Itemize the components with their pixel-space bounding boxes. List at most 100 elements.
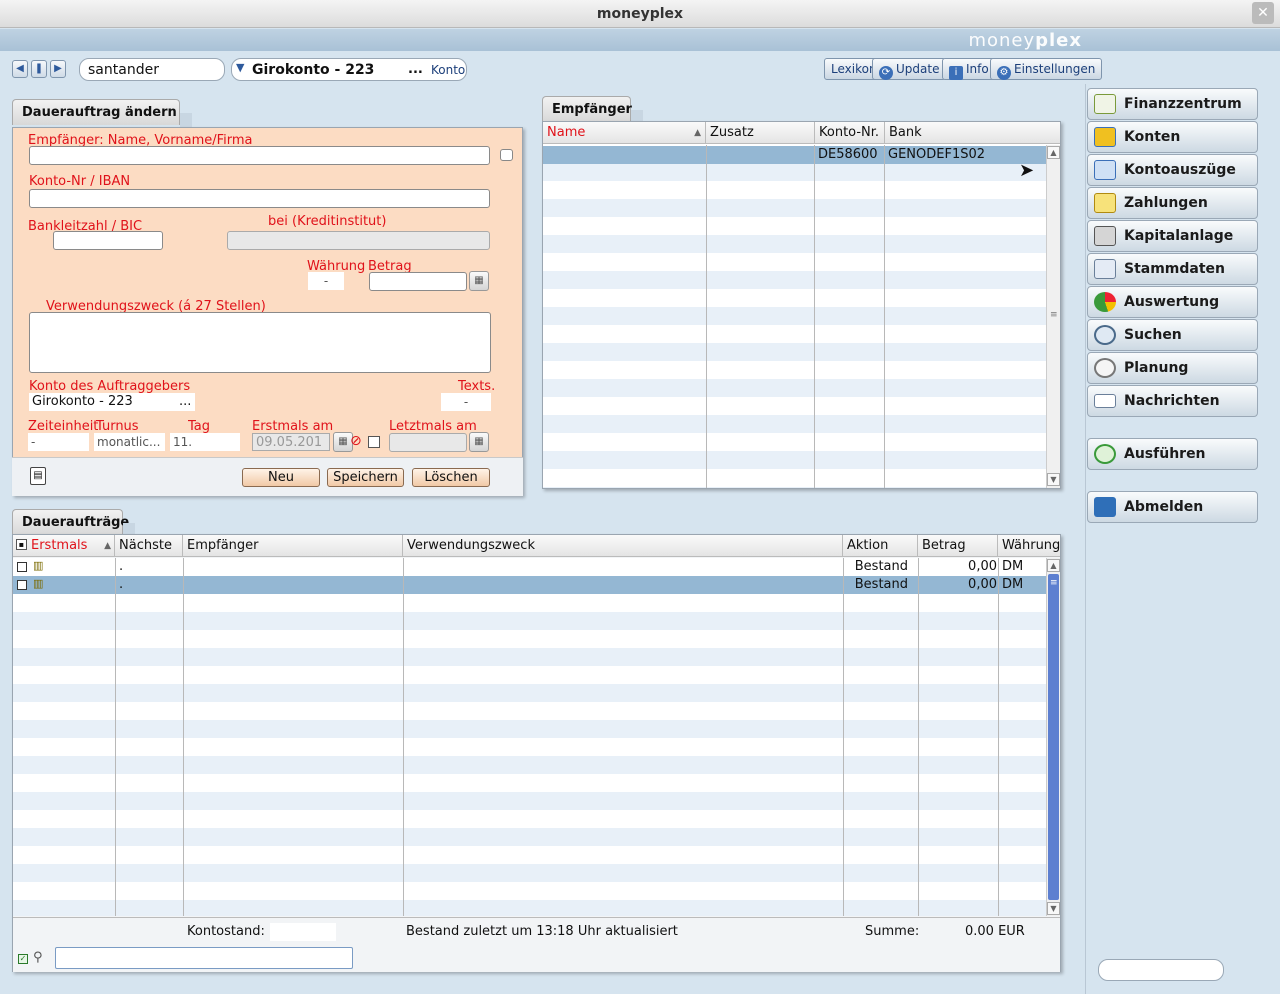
time-unit-value[interactable]: - bbox=[28, 433, 89, 451]
filter-checkbox[interactable]: ✓ bbox=[18, 954, 28, 964]
column-header-next[interactable]: Nächste bbox=[115, 535, 183, 557]
column-header-purpose[interactable]: Verwendungszweck bbox=[403, 535, 843, 557]
execute-button[interactable]: Ausführen bbox=[1087, 438, 1258, 470]
column-header-account[interactable]: Konto-Nr. bbox=[815, 122, 885, 144]
row-currency: DM bbox=[1002, 559, 1024, 574]
sidebar-search-field[interactable] bbox=[1098, 959, 1224, 981]
account-link[interactable]: Konto bbox=[431, 63, 465, 77]
column-divider bbox=[998, 558, 999, 916]
nav-forward-button[interactable]: ▶ bbox=[50, 60, 66, 78]
column-header-name[interactable]: Name ▲ bbox=[543, 122, 706, 144]
purpose-textarea[interactable] bbox=[29, 312, 491, 373]
tab-standing-order-edit[interactable]: Dauerauftrag ändern bbox=[12, 99, 180, 125]
close-window-button[interactable]: ✕ bbox=[1252, 2, 1274, 24]
tab-recipients[interactable]: Empfänger bbox=[542, 96, 632, 122]
column-header-bank[interactable]: Bank bbox=[885, 122, 1060, 144]
blz-input[interactable] bbox=[53, 231, 163, 250]
table-row[interactable]: ▥ . Bestand 0,00 DM bbox=[13, 576, 1046, 594]
sync-icon bbox=[1094, 444, 1116, 464]
last-date-calendar-icon[interactable]: ▦ bbox=[469, 432, 489, 452]
column-header-extra[interactable]: Zusatz bbox=[706, 122, 815, 144]
row-amount: 0,00 bbox=[968, 577, 997, 592]
iban-input[interactable] bbox=[29, 189, 490, 208]
column-divider bbox=[884, 145, 885, 488]
row-next: . bbox=[119, 559, 124, 574]
column-header-currency[interactable]: Währung bbox=[998, 535, 1060, 557]
first-date-input[interactable]: 09.05.201 bbox=[252, 433, 330, 451]
column-header-amount[interactable]: Betrag bbox=[918, 535, 998, 557]
orders-body bbox=[13, 558, 1046, 916]
orderer-account-value[interactable]: Girokonto - 223... bbox=[29, 393, 195, 411]
save-button[interactable]: Speichern bbox=[327, 468, 404, 487]
filter-input[interactable] bbox=[55, 947, 353, 969]
logout-button[interactable]: Abmelden bbox=[1087, 491, 1258, 523]
row-account: DE58600 bbox=[818, 147, 878, 162]
sidebar-item-kapitalanlage[interactable]: Kapitalanlage bbox=[1087, 220, 1258, 252]
update-button[interactable]: ⟳ Update bbox=[872, 58, 947, 80]
sidebar-item-planung[interactable]: Planung bbox=[1087, 352, 1258, 384]
row-checkbox[interactable] bbox=[17, 580, 27, 590]
select-all-icon[interactable]: ▪ bbox=[16, 539, 27, 550]
sidebar-item-konten[interactable]: Konten bbox=[1087, 121, 1258, 153]
scroll-down-icon[interactable]: ▼ bbox=[1047, 902, 1060, 915]
balance-label: Kontostand: bbox=[187, 924, 265, 939]
scroll-grip-icon[interactable]: ≡ bbox=[1050, 310, 1058, 320]
account-selector[interactable]: ▼ Girokonto - 223 ... Konto bbox=[231, 58, 467, 81]
sidebar-item-kontoauszuege[interactable]: Kontoauszüge bbox=[1087, 154, 1258, 186]
table-row[interactable]: ▥ . Bestand 0,00 DM bbox=[13, 558, 1046, 576]
scroll-up-icon[interactable]: ▲ bbox=[1047, 559, 1060, 572]
table-row[interactable]: DE58600 GENODEF1S02 bbox=[543, 146, 1046, 164]
tab-standing-orders[interactable]: Daueraufträge bbox=[12, 509, 129, 535]
sum-label: Summe: bbox=[865, 924, 920, 939]
chevron-down-icon[interactable]: ▼ bbox=[236, 61, 244, 74]
scroll-thumb[interactable] bbox=[1048, 574, 1059, 900]
new-button[interactable]: Neu bbox=[242, 468, 320, 487]
settings-button[interactable]: ⚙ Einstellungen bbox=[990, 58, 1103, 80]
sidebar-item-label: Kontoauszüge bbox=[1124, 162, 1236, 178]
sidebar-item-label: Konten bbox=[1124, 129, 1181, 145]
search-field[interactable]: santander bbox=[79, 58, 225, 81]
sidebar-item-suchen[interactable]: Suchen bbox=[1087, 319, 1258, 351]
sidebar-item-auswertung[interactable]: Auswertung bbox=[1087, 286, 1258, 318]
delete-button[interactable]: Löschen bbox=[412, 468, 490, 487]
sidebar-item-label: Finanzzentrum bbox=[1124, 96, 1242, 112]
info-button[interactable]: i Info bbox=[942, 58, 996, 80]
recipient-name-input[interactable] bbox=[29, 146, 490, 165]
row-next: . bbox=[119, 577, 124, 592]
column-divider bbox=[403, 558, 404, 916]
clear-date-icon[interactable]: ⊘ bbox=[350, 433, 362, 449]
sidebar-item-zahlungen[interactable]: Zahlungen bbox=[1087, 187, 1258, 219]
nav-back-button[interactable]: ◀ bbox=[12, 60, 28, 78]
label-last-date: Letztmals am bbox=[389, 419, 477, 433]
column-divider bbox=[918, 558, 919, 916]
label-day: Tag bbox=[188, 419, 211, 433]
column-header-recipient[interactable]: Empfänger bbox=[183, 535, 403, 557]
info-icon: i bbox=[949, 66, 963, 80]
orders-scrollbar[interactable]: ▲ ≡ ▼ bbox=[1046, 558, 1060, 916]
column-divider bbox=[115, 558, 116, 916]
column-header-action[interactable]: Aktion bbox=[843, 535, 918, 557]
recipient-lookup-checkbox[interactable] bbox=[500, 149, 513, 161]
last-date-checkbox[interactable] bbox=[368, 436, 380, 448]
turnus-value[interactable]: monatlic... bbox=[94, 433, 165, 451]
sidebar-item-stammdaten[interactable]: Stammdaten bbox=[1087, 253, 1258, 285]
scroll-up-icon[interactable]: ▲ bbox=[1047, 146, 1060, 159]
scroll-grip-icon[interactable]: ≡ bbox=[1050, 578, 1058, 588]
currency-value[interactable]: - bbox=[308, 272, 344, 290]
window-title: moneyplex bbox=[0, 0, 1280, 28]
calculator-icon[interactable]: ▦ bbox=[469, 271, 489, 291]
label-purpose: Verwendungszweck (á 27 Stellen) bbox=[46, 299, 266, 313]
texts-value[interactable]: - bbox=[441, 393, 491, 411]
sidebar-item-finanzzentrum[interactable]: Finanzzentrum bbox=[1087, 88, 1258, 120]
search-icon[interactable]: ⚲ bbox=[33, 950, 43, 965]
row-checkbox[interactable] bbox=[17, 562, 27, 572]
column-header-first[interactable]: Erstmals ▲ bbox=[27, 535, 115, 557]
nav-pause-button[interactable]: ❚ bbox=[31, 60, 47, 78]
scroll-down-icon[interactable]: ▼ bbox=[1047, 473, 1060, 486]
recipients-scrollbar[interactable]: ▲ ≡ ▼ bbox=[1046, 145, 1060, 488]
amount-input[interactable] bbox=[369, 272, 467, 291]
clipboard-icon[interactable]: ▤ bbox=[30, 467, 46, 485]
row-action: Bestand bbox=[854, 577, 908, 592]
day-value[interactable]: 11. bbox=[170, 433, 240, 451]
sidebar-item-nachrichten[interactable]: Nachrichten bbox=[1087, 385, 1258, 417]
